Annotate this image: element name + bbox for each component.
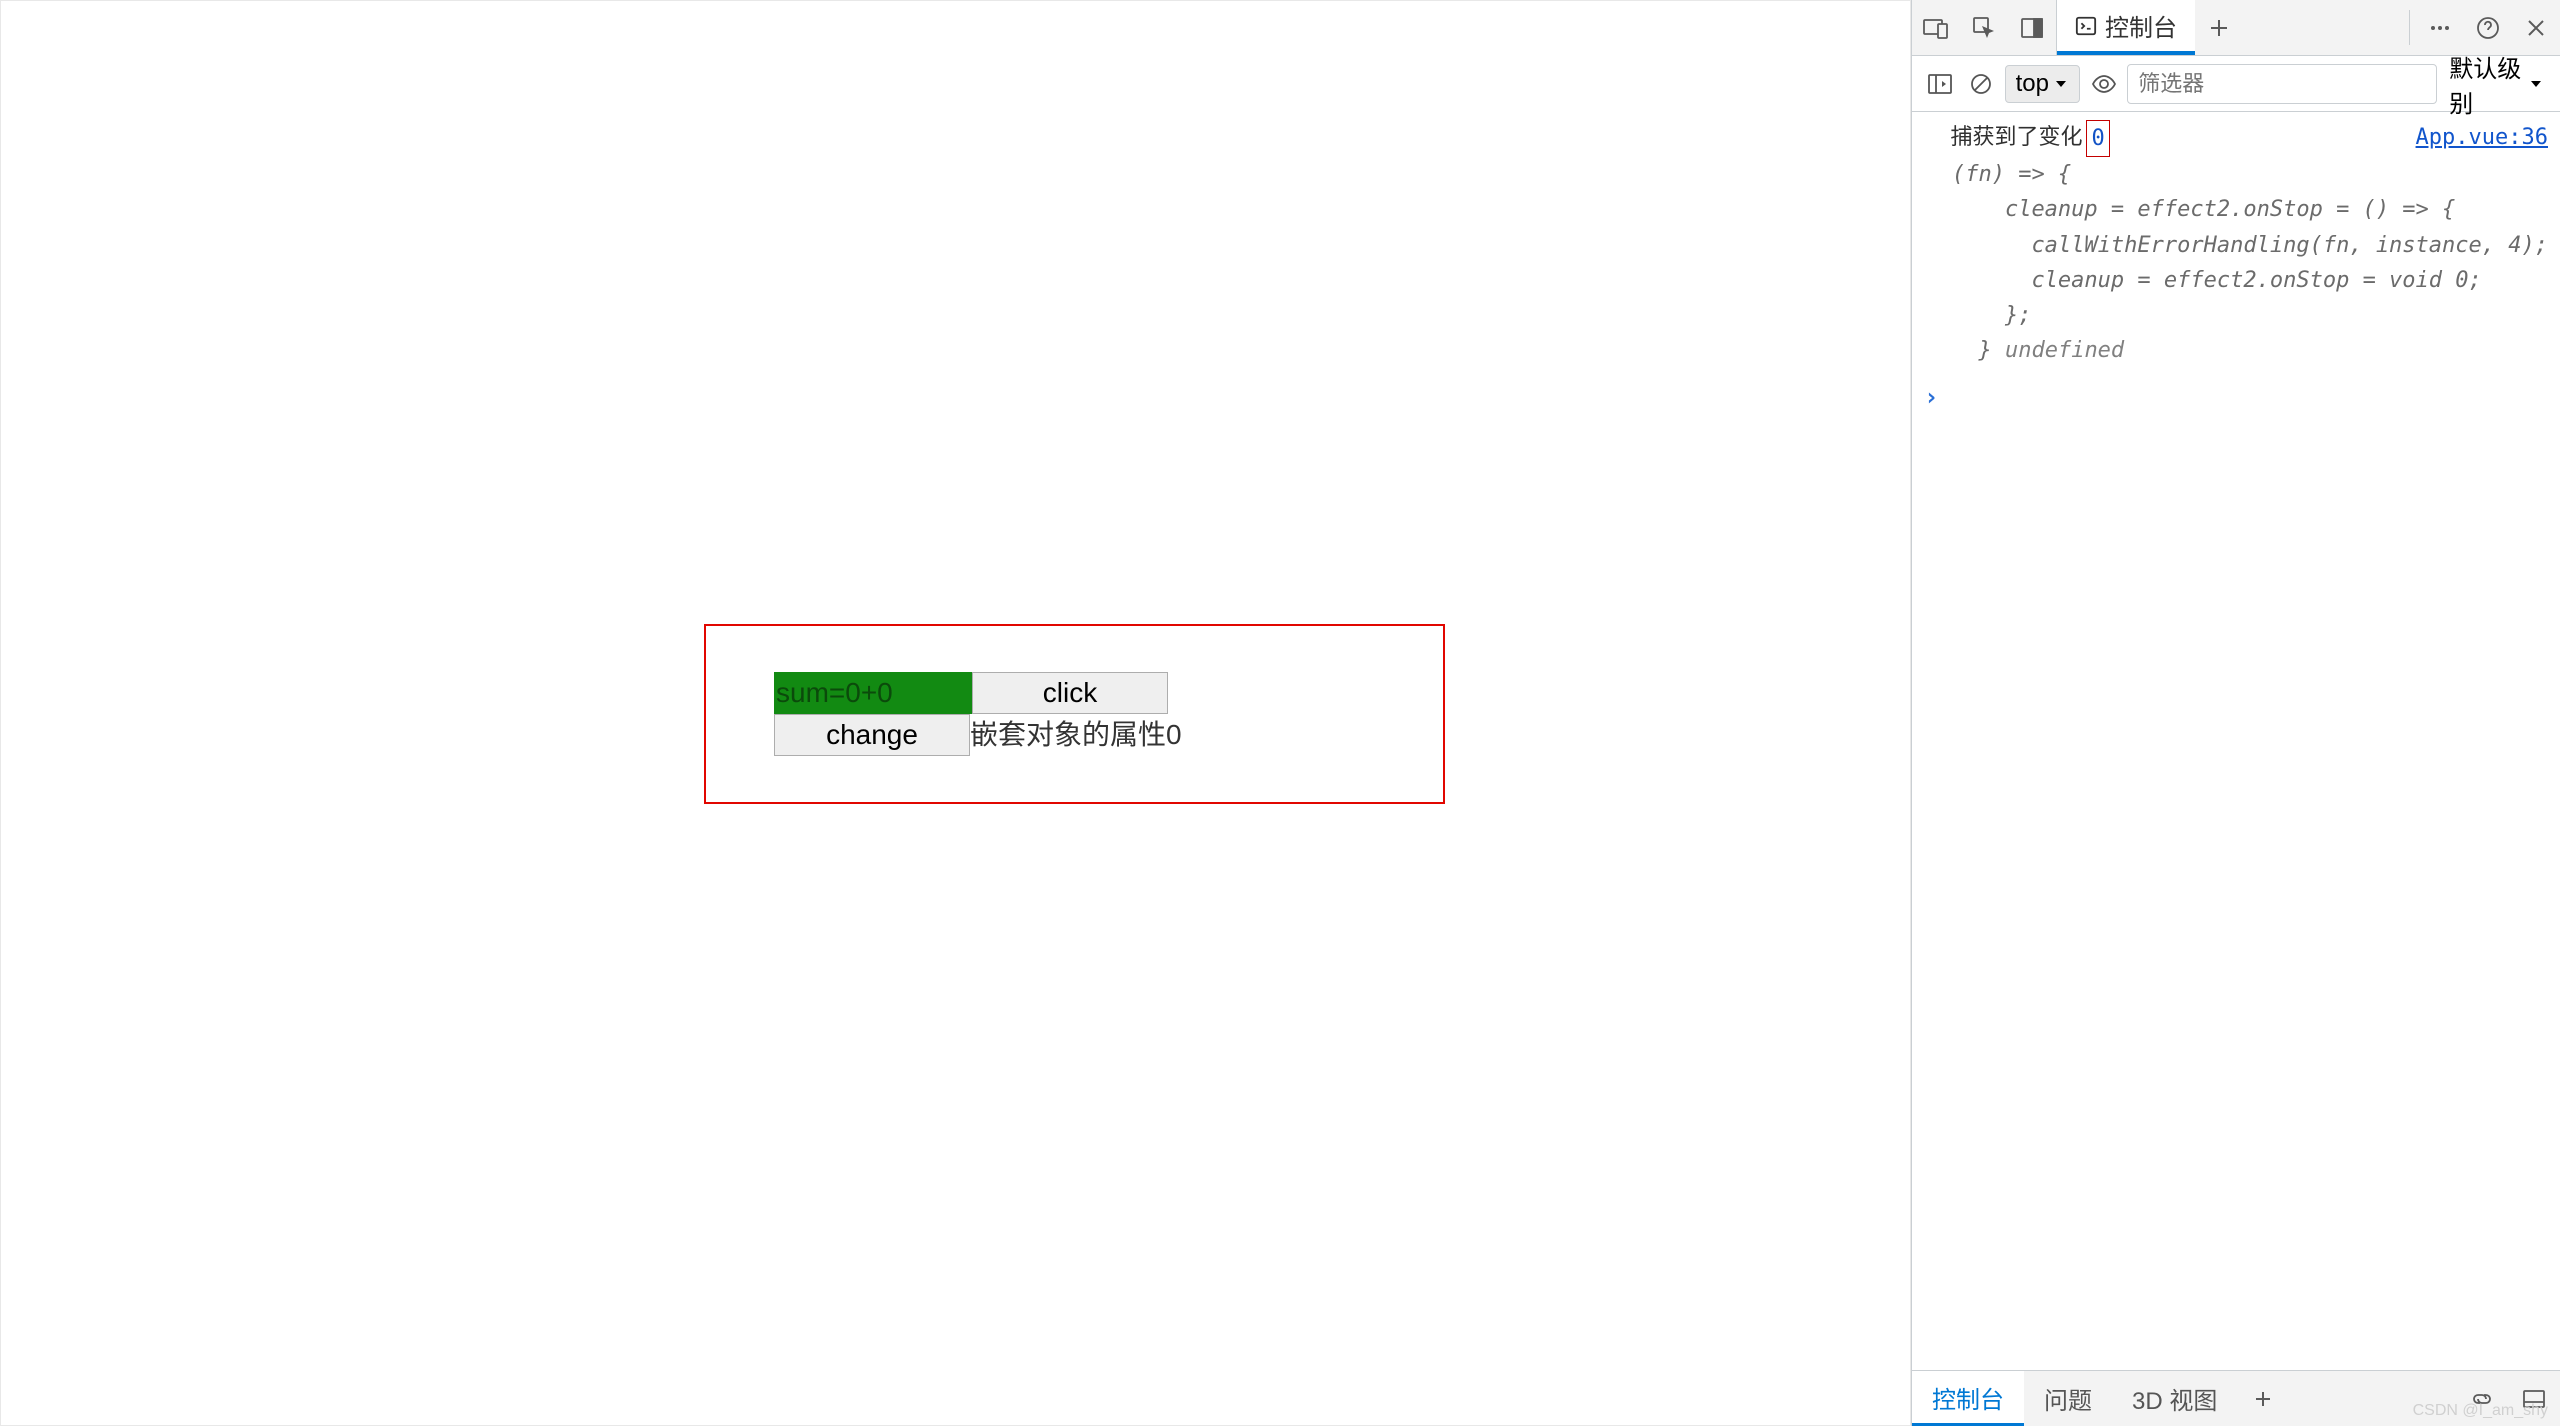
change-button[interactable]: change: [774, 714, 970, 756]
console-log-entry: 捕获到了变化 0 App.vue:36: [1924, 120, 2548, 157]
chevron-down-icon: [2528, 76, 2544, 92]
devtools-panel: 控制台 top: [1911, 0, 2560, 1426]
prompt-chevron-icon: ›: [1924, 378, 1946, 416]
console-toolbar: top 默认级别: [1912, 56, 2560, 112]
log-level-label: 默认级别: [2449, 49, 2522, 119]
tab-console-label: 控制台: [2105, 8, 2177, 43]
console-tab-icon: [2075, 15, 2097, 37]
demo-container: sum=0+0 click change 嵌套对象的属性0: [704, 624, 1445, 804]
watermark: CSDN @I_am_shy: [2413, 1402, 2548, 1420]
console-prompt[interactable]: ›: [1924, 368, 2548, 416]
log-value-highlight: 0: [2086, 120, 2109, 157]
dock-side-icon[interactable]: [2008, 0, 2056, 55]
toggle-sidebar-icon[interactable]: [1922, 64, 1957, 104]
live-expression-icon[interactable]: [2086, 64, 2121, 104]
log-level-dropdown[interactable]: 默认级别: [2443, 49, 2550, 119]
drawer-tab-issues[interactable]: 问题: [2024, 1371, 2112, 1426]
tab-console[interactable]: 控制台: [2057, 0, 2195, 55]
log-function-body: (fn) => { cleanup = effect2.onStop = () …: [1924, 157, 2548, 368]
chevron-down-icon: [2053, 76, 2069, 92]
drawer-new-tab-icon[interactable]: [2237, 1371, 2289, 1426]
drawer-tab-3dview[interactable]: 3D 视图: [2112, 1371, 2237, 1426]
device-toolbar-icon[interactable]: [1912, 0, 1960, 55]
nested-prop-label: 嵌套对象的属性0: [970, 714, 1182, 756]
help-icon[interactable]: [2464, 0, 2512, 55]
source-link[interactable]: App.vue:36: [2416, 120, 2548, 155]
close-devtools-icon[interactable]: [2512, 0, 2560, 55]
console-output[interactable]: 捕获到了变化 0 App.vue:36 (fn) => { cleanup = …: [1912, 112, 2560, 1370]
page-viewport: sum=0+0 click change 嵌套对象的属性0: [0, 0, 1911, 1426]
click-button[interactable]: click: [972, 672, 1168, 714]
inspect-element-icon[interactable]: [1960, 0, 2008, 55]
filter-input[interactable]: [2127, 64, 2437, 104]
more-options-icon[interactable]: [2416, 0, 2464, 55]
sum-display: sum=0+0: [774, 672, 972, 714]
log-message-text: 捕获到了变化: [1924, 120, 2083, 155]
new-tab-button[interactable]: [2195, 0, 2243, 55]
execution-context-dropdown[interactable]: top: [2005, 65, 2080, 103]
drawer-tab-console[interactable]: 控制台: [1912, 1371, 2024, 1426]
context-label: top: [2016, 70, 2049, 98]
clear-console-icon[interactable]: [1963, 64, 1998, 104]
